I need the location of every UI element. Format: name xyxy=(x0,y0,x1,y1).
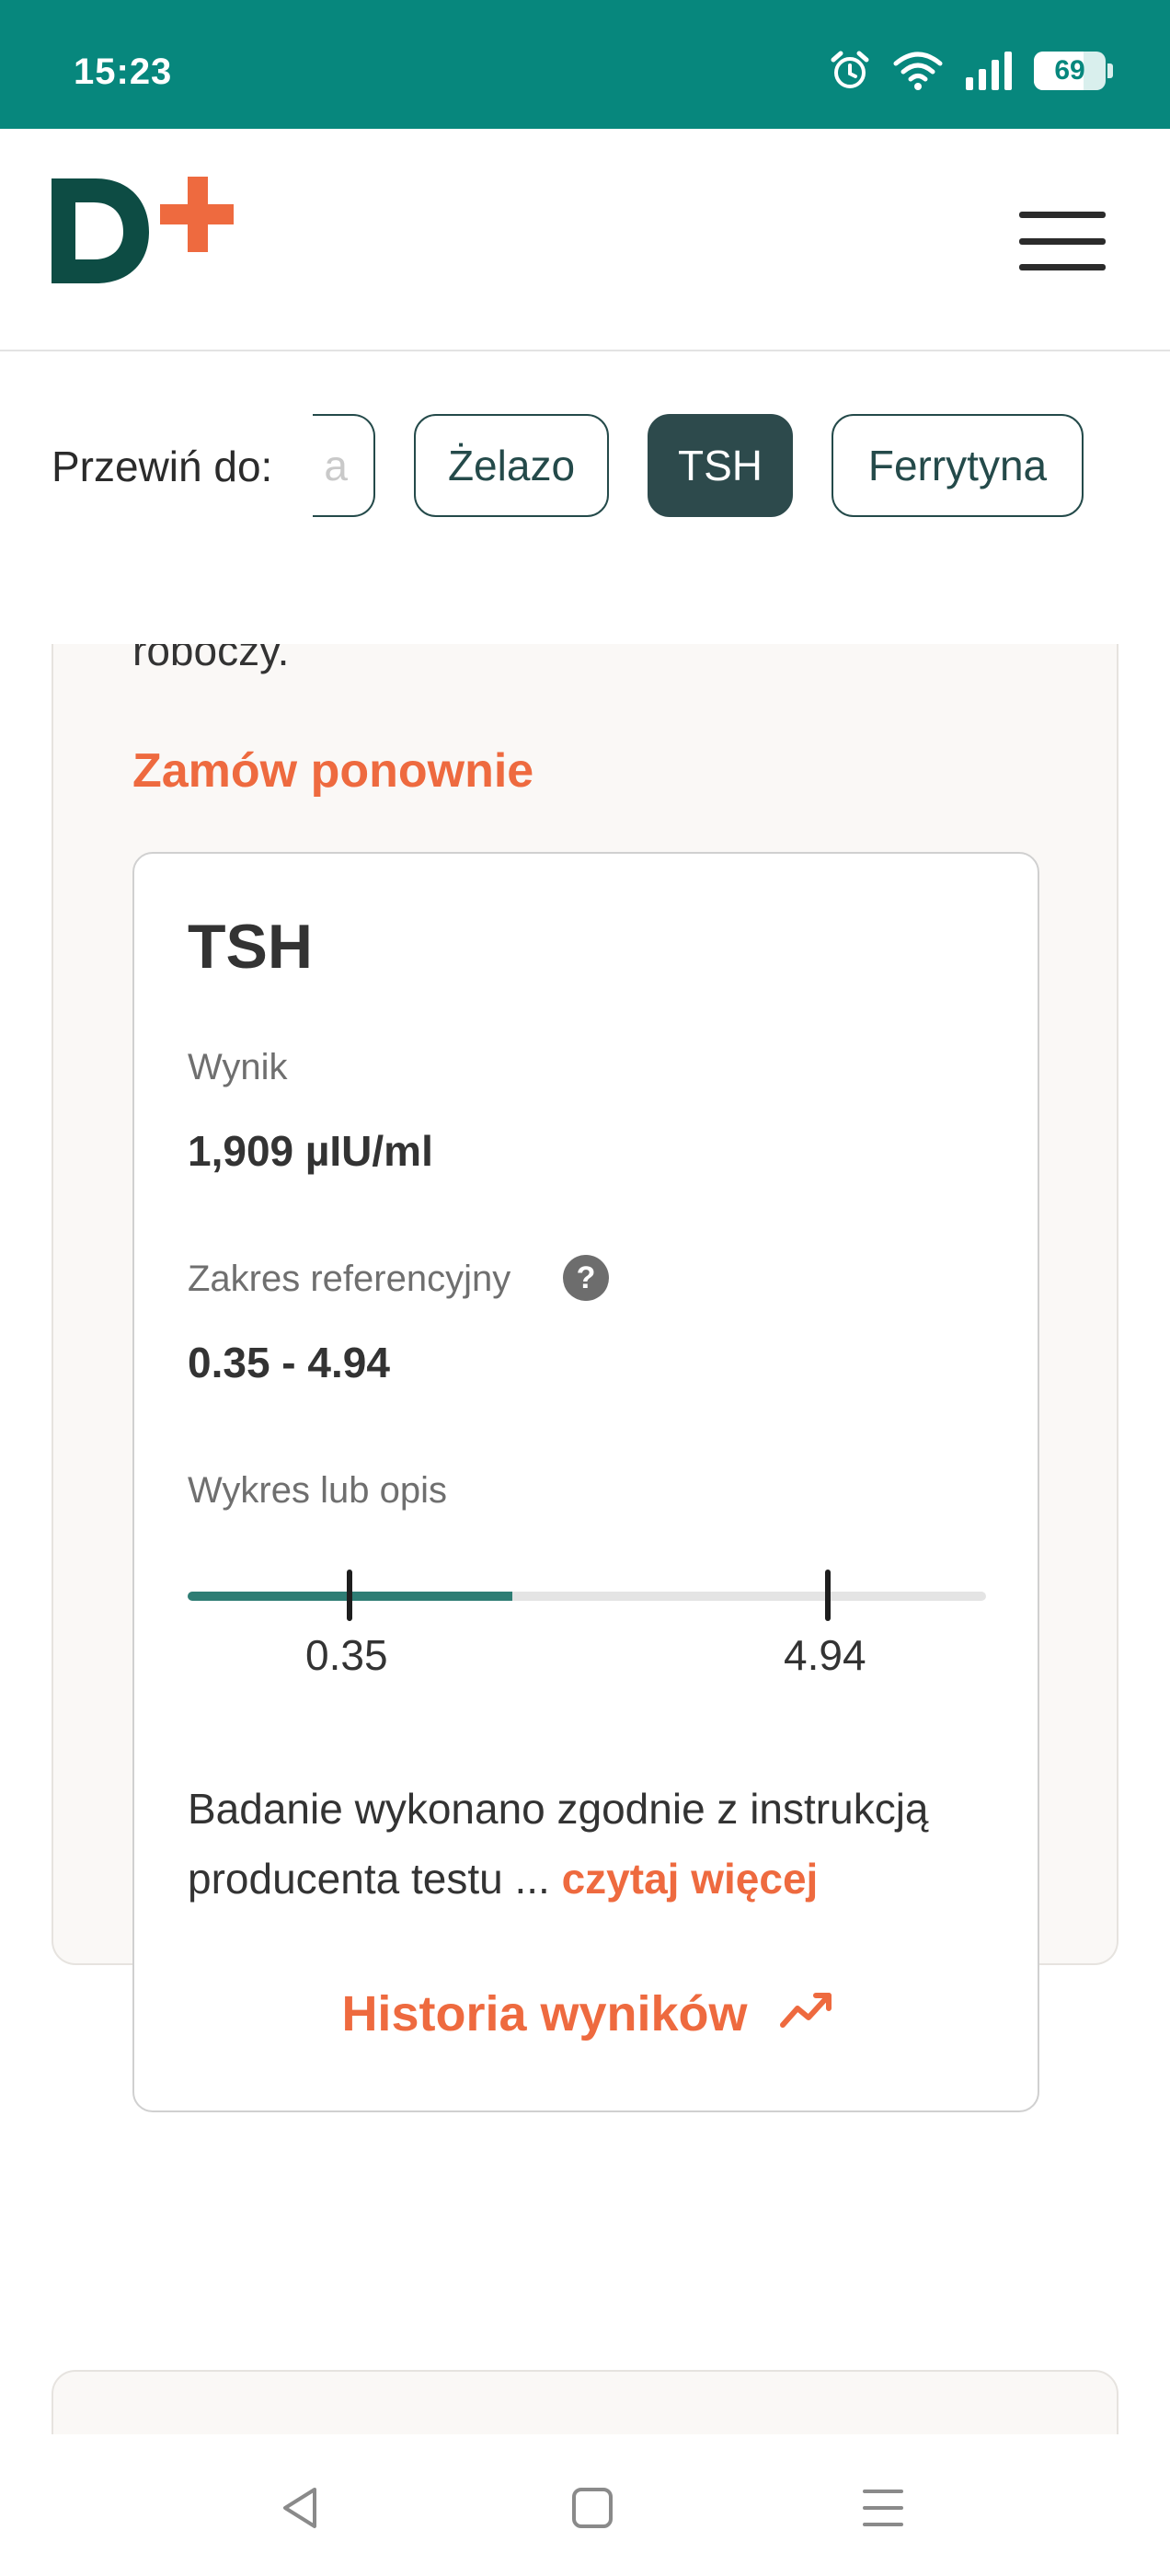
status-time: 15:23 xyxy=(74,52,173,92)
signal-icon xyxy=(964,50,1014,92)
alarm-icon xyxy=(828,49,872,93)
status-bar: 15:23 69 xyxy=(0,0,1170,129)
help-icon[interactable]: ? xyxy=(563,1255,609,1301)
reorder-link[interactable]: Zamów ponownie xyxy=(132,743,533,799)
recents-icon[interactable] xyxy=(855,2480,911,2536)
chip-tsh[interactable]: TSH xyxy=(648,414,793,517)
battery-level: 69 xyxy=(1054,55,1085,86)
wifi-icon xyxy=(892,49,944,93)
content-area: roboczy. Zamów ponownie TSH Wynik 1,909 … xyxy=(0,644,1170,2434)
trend-up-icon xyxy=(779,1985,834,2042)
test-title: TSH xyxy=(188,912,313,982)
back-icon[interactable] xyxy=(272,2480,327,2536)
home-icon[interactable] xyxy=(565,2480,620,2536)
status-icons: 69 xyxy=(828,48,1113,94)
reference-value: 0.35 - 4.94 xyxy=(188,1339,390,1386)
range-high-tick xyxy=(825,1570,831,1621)
next-result-card xyxy=(52,2370,1118,2434)
range-low-label: 0.35 xyxy=(305,1631,388,1679)
history-label: Historia wyników xyxy=(341,1986,748,2041)
chip-ferrytyna[interactable]: Ferrytyna xyxy=(832,414,1084,517)
reference-label: Zakres referencyjny xyxy=(188,1259,511,1299)
result-value: 1,909 µIU/ml xyxy=(188,1127,433,1175)
range-low-tick xyxy=(347,1570,352,1621)
chip-zelazo[interactable]: Żelazo xyxy=(414,414,609,517)
system-nav-bar xyxy=(0,2434,1170,2576)
tsh-result-card: TSH Wynik 1,909 µIU/ml Zakres referencyj… xyxy=(132,852,1039,2112)
result-label: Wynik xyxy=(188,1047,288,1087)
history-link[interactable]: Historia wyników xyxy=(134,1985,1041,2042)
chart-label: Wykres lub opis xyxy=(188,1470,447,1511)
battery-icon: 69 xyxy=(1034,52,1113,90)
scroll-to-label: Przewiń do: xyxy=(52,443,273,490)
result-group-card: roboczy. Zamów ponownie TSH Wynik 1,909 … xyxy=(52,644,1118,2112)
range-bar xyxy=(188,1570,986,1621)
scroll-to-bar: Przewiń do: a Żelazo TSH Ferrytyna xyxy=(0,353,1170,592)
logo[interactable] xyxy=(50,175,235,290)
app-header xyxy=(0,129,1170,351)
previous-text: roboczy. xyxy=(132,644,290,674)
description: Badanie wykonano zgodnie z instrukcją pr… xyxy=(188,1774,1015,1914)
read-more-link[interactable]: czytaj więcej xyxy=(562,1855,819,1903)
range-high-label: 4.94 xyxy=(784,1631,866,1679)
chip-partial[interactable]: a xyxy=(313,414,375,517)
hamburger-menu-icon[interactable] xyxy=(1012,204,1113,278)
